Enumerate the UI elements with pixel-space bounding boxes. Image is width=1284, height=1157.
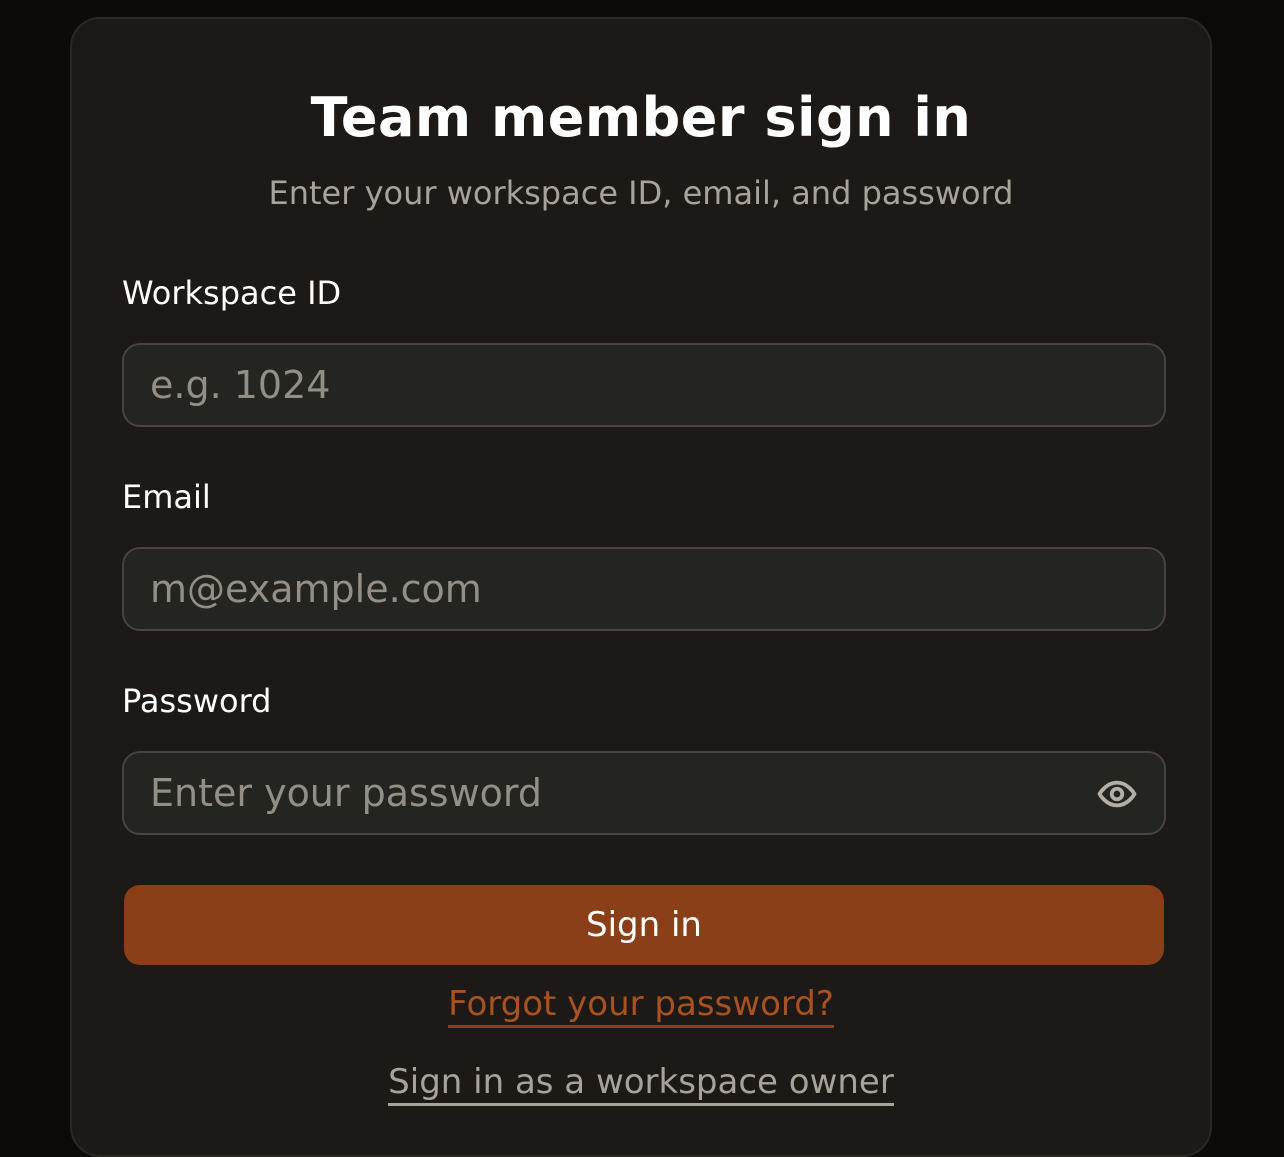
- forgot-password-link-row: Forgot your password?: [72, 987, 1210, 1028]
- password-label: Password: [122, 682, 272, 720]
- sign-in-card: Team member sign in Enter your workspace…: [70, 17, 1212, 1157]
- email-field-container: [122, 547, 1166, 631]
- owner-sign-in-link-row: Sign in as a workspace owner: [72, 1065, 1210, 1106]
- password-field-container: [122, 751, 1166, 835]
- workspace-id-input[interactable]: [150, 345, 1050, 425]
- page-title: Team member sign in: [310, 86, 972, 149]
- email-label: Email: [122, 478, 211, 516]
- password-input[interactable]: [150, 753, 1050, 833]
- eye-icon[interactable]: [1096, 773, 1138, 815]
- workspace-id-label: Workspace ID: [122, 274, 342, 312]
- workspace-id-field-container: [122, 343, 1166, 427]
- sign-in-button[interactable]: Sign in: [124, 885, 1164, 965]
- forgot-password-link[interactable]: Forgot your password?: [448, 987, 834, 1028]
- email-input[interactable]: [150, 549, 1050, 629]
- owner-sign-in-link[interactable]: Sign in as a workspace owner: [388, 1065, 894, 1106]
- page-subtitle: Enter your workspace ID, email, and pass…: [268, 174, 1014, 212]
